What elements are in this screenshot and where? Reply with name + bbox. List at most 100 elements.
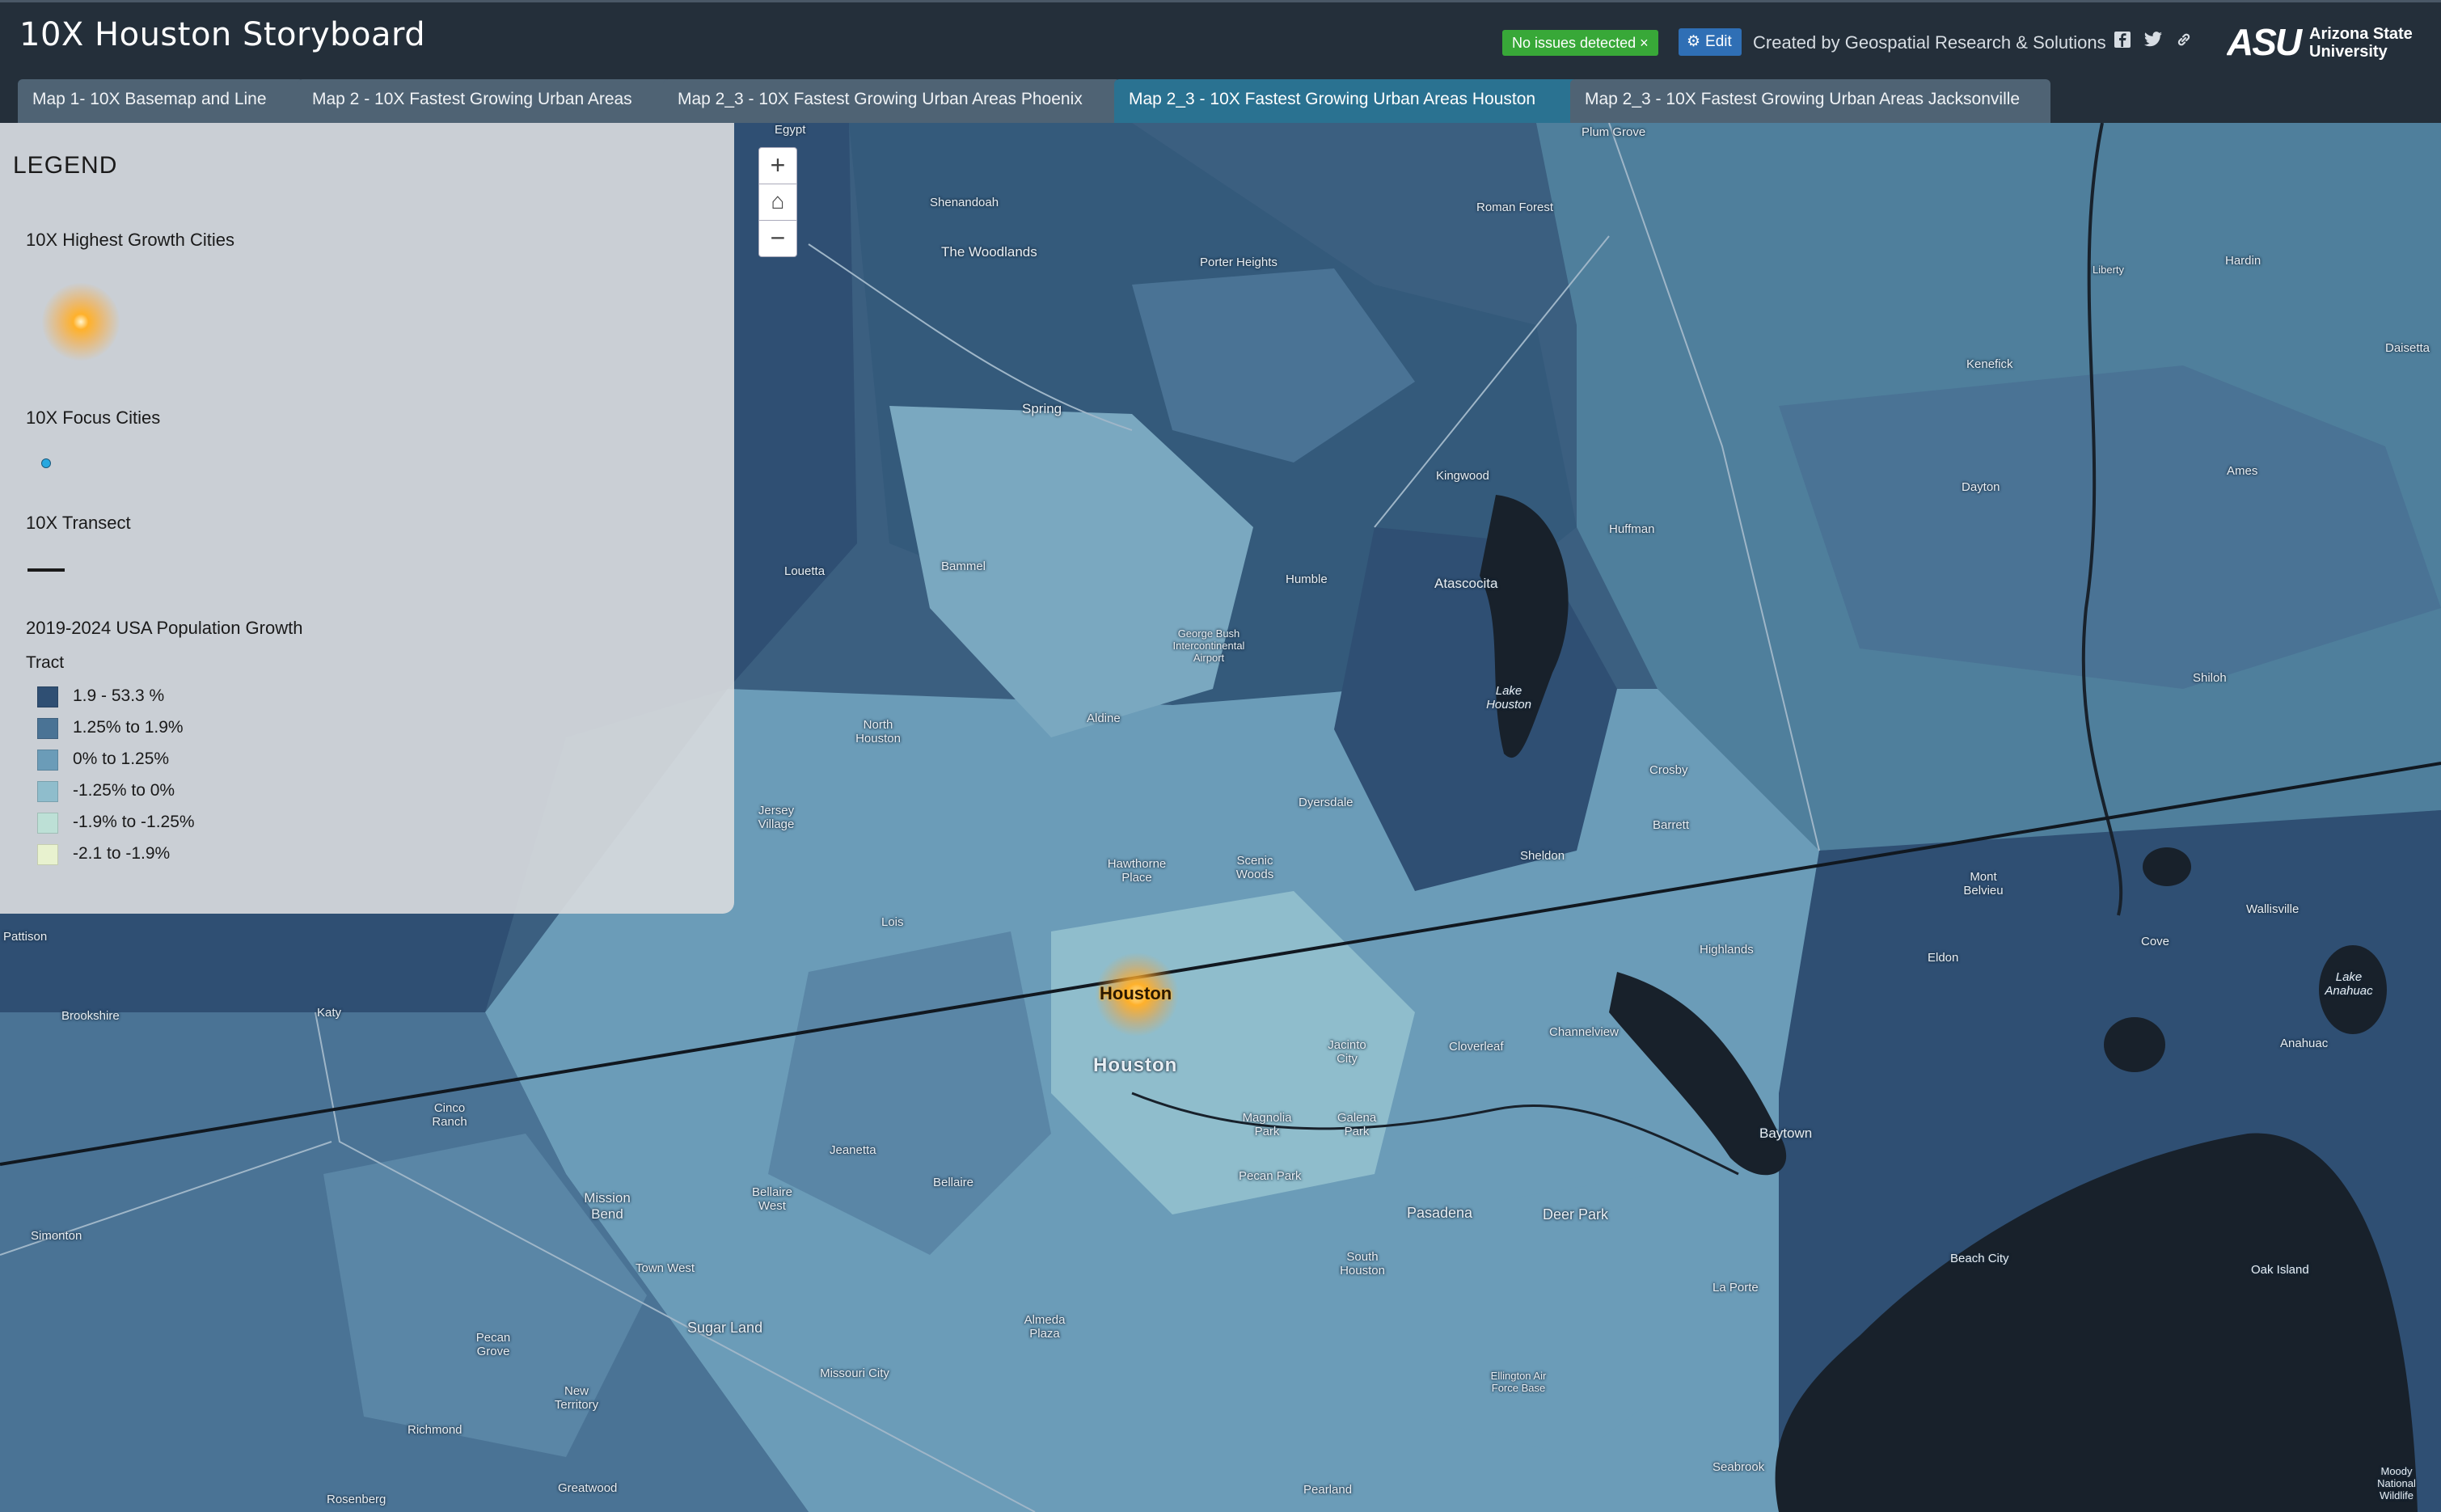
- tab-map-2-3-houston[interactable]: Map 2_3 - 10X Fastest Growing Urban Area…: [1114, 79, 1578, 123]
- map-label: Jacinto City: [1328, 1038, 1366, 1066]
- map-label: Anahuac: [2280, 1037, 2329, 1050]
- map-label: Richmond: [408, 1423, 462, 1437]
- map-label: Ames: [2227, 464, 2258, 478]
- map-label: Eldon: [1928, 951, 1959, 965]
- map-label: Dayton: [1962, 480, 2000, 494]
- header-top-border: [0, 0, 2441, 2]
- map-label: Oak Island: [2251, 1263, 2309, 1277]
- map-label: Beach City: [1950, 1252, 2009, 1265]
- facebook-icon[interactable]: [2110, 31, 2135, 55]
- map-label: Pecan Grove: [475, 1331, 511, 1358]
- legend-panel: LEGEND 10X Highest Growth Cities 10X Foc…: [0, 123, 734, 914]
- map-label: Louetta: [784, 564, 826, 578]
- map-label: Spring: [1022, 401, 1062, 416]
- asu-logo[interactable]: ASU Arizona State University: [2226, 21, 2421, 63]
- map-label: Kingwood: [1436, 469, 1489, 483]
- app-header: 10X Houston Storyboard No issues detecte…: [0, 0, 2441, 123]
- map-label: Lake Anahuac: [2325, 970, 2373, 998]
- legend-title: LEGEND: [13, 152, 118, 179]
- gear-icon: ⚙: [1687, 33, 1701, 50]
- twitter-icon[interactable]: [2141, 31, 2165, 55]
- map-label: Sugar Land: [687, 1320, 763, 1336]
- link-icon[interactable]: [2172, 31, 2196, 55]
- map-label: Moody National Wildlife: [2377, 1465, 2416, 1501]
- legend-class-label: -1.25% to 0%: [73, 781, 175, 800]
- map-label: Daisetta: [2385, 341, 2430, 355]
- legend-swatch: [37, 844, 58, 865]
- map-label: Almeda Plaza: [1024, 1313, 1066, 1341]
- map-label: Shenandoah: [930, 196, 999, 209]
- map-label: Hawthorne Place: [1107, 857, 1167, 885]
- map-label: Dyersdale: [1299, 796, 1354, 809]
- map-label: Cinco Ranch: [432, 1101, 467, 1129]
- page-title: 10X Houston Storyboard: [19, 16, 426, 53]
- legend-class-label: 1.9 - 53.3 %: [73, 686, 165, 705]
- legend-focus-cities-heading: 10X Focus Cities: [26, 408, 161, 428]
- map-label: Rosenberg: [327, 1493, 386, 1506]
- map-label: Mission Bend: [584, 1190, 631, 1222]
- map-label: Cloverleaf: [1449, 1040, 1504, 1054]
- map-label: Seabrook: [1713, 1460, 1765, 1474]
- legend-tract-label: Tract: [26, 653, 65, 672]
- growth-city-symbol-icon: [42, 283, 120, 361]
- credits-text: Created by Geospatial Research & Solutio…: [1753, 32, 2106, 53]
- map-label: South Houston: [1340, 1250, 1385, 1278]
- map-label: Pearland: [1303, 1483, 1353, 1497]
- map-label: Mont Belvieu: [1963, 870, 2004, 897]
- map-label: Bellaire West: [751, 1185, 793, 1213]
- focus-city-dot-icon: [41, 458, 51, 468]
- map-label: Bammel: [941, 560, 986, 573]
- map-label: Cove: [2141, 935, 2170, 948]
- map-label: Plum Grove: [1582, 125, 1646, 139]
- map-label: Porter Heights: [1200, 256, 1278, 269]
- map-label: Scenic Woods: [1235, 854, 1274, 881]
- map-label: Greatwood: [558, 1481, 618, 1495]
- map-label: Pasadena: [1407, 1205, 1473, 1221]
- tab-map-2-3-jacksonville[interactable]: Map 2_3 - 10X Fastest Growing Urban Area…: [1570, 79, 2050, 123]
- edit-button[interactable]: ⚙ Edit: [1679, 28, 1742, 56]
- map-label: Ellington Air Force Base: [1490, 1370, 1547, 1394]
- map-label: The Woodlands: [941, 244, 1037, 260]
- legend-class-label: 1.25% to 1.9%: [73, 718, 184, 737]
- map-label: Magnolia Park: [1242, 1111, 1292, 1138]
- map-label: Huffman: [1609, 522, 1655, 536]
- transect-line-icon: [27, 568, 65, 572]
- map-label: Jersey Village: [758, 804, 795, 831]
- legend-class-label: 0% to 1.25%: [73, 750, 170, 768]
- map-label: Bellaire: [933, 1176, 974, 1189]
- home-button[interactable]: ⌂: [758, 184, 797, 221]
- map-label: Katy: [317, 1006, 342, 1020]
- map-label: Galena Park: [1337, 1111, 1377, 1138]
- map-label: Missouri City: [820, 1366, 889, 1380]
- map-label: Lois: [881, 915, 904, 929]
- legend-class-label: -1.9% to -1.25%: [73, 813, 195, 831]
- map-label: Aldine: [1087, 712, 1121, 725]
- map-label: Simonton: [31, 1229, 82, 1243]
- map-label: Sheldon: [1520, 849, 1565, 863]
- map-label: Lake Houston: [1486, 684, 1531, 712]
- zoom-out-button[interactable]: −: [758, 220, 797, 257]
- map-label: Atascocita: [1434, 576, 1498, 591]
- svg-text:ASU: ASU: [2227, 21, 2304, 63]
- map-label: George Bush Intercontinental Airport: [1172, 627, 1245, 664]
- map-label: Egypt: [775, 123, 806, 137]
- map-label: Barrett: [1653, 818, 1690, 832]
- legend-swatch: [37, 813, 58, 834]
- tab-map-2-fastest-growing[interactable]: Map 2 - 10X Fastest Growing Urban Areas: [298, 79, 671, 123]
- tab-map-1-basemap[interactable]: Map 1- 10X Basemap and Line: [18, 79, 304, 123]
- map-label: Hardin: [2225, 254, 2262, 268]
- map-label: Wallisville: [2246, 902, 2300, 916]
- houston-city-label[interactable]: Houston: [1100, 983, 1172, 1004]
- map-label: New Territory: [554, 1384, 599, 1412]
- status-badge[interactable]: No issues detected ×: [1502, 30, 1658, 56]
- tab-map-2-3-phoenix[interactable]: Map 2_3 - 10X Fastest Growing Urban Area…: [663, 79, 1121, 123]
- map-label: Kenefick: [1966, 357, 2013, 371]
- svg-text:University: University: [2309, 43, 2388, 61]
- map-label: Pattison: [3, 930, 48, 944]
- legend-population-heading: 2019-2024 USA Population Growth: [26, 618, 303, 638]
- map-label: Humble: [1286, 572, 1328, 586]
- map-label: Jeanetta: [830, 1143, 876, 1157]
- legend-swatch: [37, 781, 58, 802]
- legend-growth-cities-heading: 10X Highest Growth Cities: [26, 230, 234, 250]
- zoom-in-button[interactable]: +: [758, 147, 797, 184]
